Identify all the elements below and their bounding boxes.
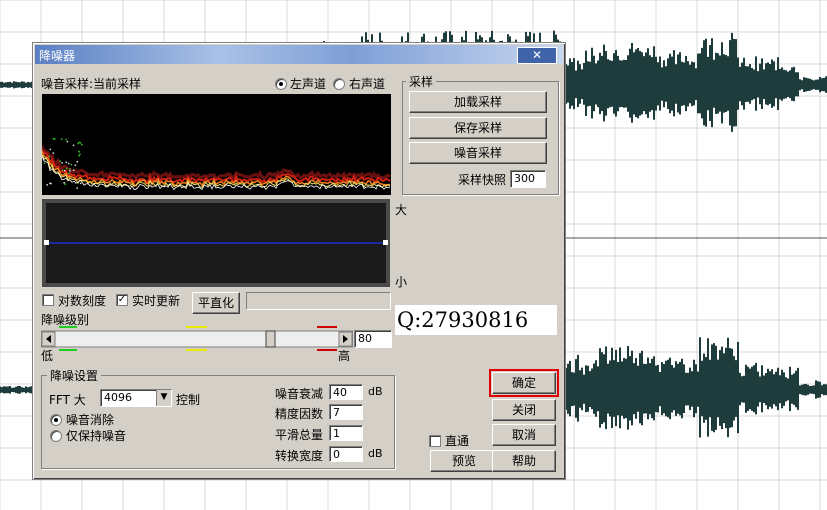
- noise-spectrum-graph: [42, 94, 391, 195]
- smoothing-label: 平滑总量: [275, 428, 324, 442]
- transition-unit: dB: [368, 447, 383, 460]
- left-channel-radio[interactable]: [275, 78, 287, 90]
- spectrum-point: [49, 148, 52, 151]
- curve-handle-right[interactable]: [383, 240, 388, 245]
- realtime-update-label: 实时更新: [132, 294, 181, 308]
- graph-label-big: 大: [395, 203, 408, 217]
- mode-keep-radio[interactable]: [50, 430, 62, 442]
- reduction-level-input[interactable]: 80: [354, 330, 392, 348]
- spectrum-point: [72, 144, 75, 147]
- spectrum-point: [72, 169, 75, 171]
- save-sample-button[interactable]: 保存采样: [409, 117, 547, 139]
- reduction-level-high-label: 高: [338, 349, 351, 363]
- right-channel-label: 右声道: [349, 77, 386, 91]
- spectrum-point: [59, 160, 61, 162]
- spectrum-point: [76, 161, 78, 163]
- noise-sample-label: 噪音采样:当前采样: [41, 77, 142, 91]
- cancel-button[interactable]: 取消: [492, 424, 556, 446]
- spectrum-point: [62, 169, 64, 171]
- flatten-button[interactable]: 平直化: [192, 292, 240, 314]
- load-sample-button[interactable]: 加载采样: [409, 91, 547, 113]
- chevron-down-icon[interactable]: ▼: [156, 390, 171, 406]
- spectrum-point: [76, 187, 78, 189]
- watermark-text: Q:27930816: [395, 305, 557, 335]
- spectrum-point: [65, 161, 67, 164]
- spectrum-point: [42, 157, 45, 160]
- spectrum-point: [50, 182, 52, 185]
- spectrum-point: [81, 143, 83, 146]
- spectrum-point: [69, 170, 71, 172]
- spectrum-point: [65, 167, 68, 170]
- snapshot-input[interactable]: 300: [510, 170, 546, 188]
- mode-remove-label: 噪音消除: [66, 413, 115, 427]
- fft-size-select[interactable]: 4096 ▼: [100, 389, 172, 407]
- spectrum-point: [77, 142, 79, 145]
- fft-size-label: FFT 大: [49, 393, 86, 407]
- spectrum-point: [65, 138, 67, 141]
- spectrum-point: [54, 138, 56, 140]
- precision-label: 精度因数: [275, 407, 324, 421]
- spectrum-point: [68, 172, 70, 175]
- spectrum-point: [67, 162, 70, 165]
- reduction-curve-graph[interactable]: [42, 199, 390, 287]
- dialog-title: 降噪器: [39, 49, 76, 63]
- graph-label-small: 小: [395, 275, 408, 289]
- transition-input[interactable]: 0: [329, 446, 363, 462]
- transition-label: 转换宽度: [275, 449, 324, 463]
- attenuation-label: 噪音衰减: [275, 387, 324, 401]
- reduction-level-low-label: 低: [41, 349, 54, 363]
- spectrum-point: [48, 155, 51, 158]
- mode-remove-radio[interactable]: [50, 414, 62, 426]
- control-label: 控制: [176, 393, 201, 407]
- spectrum-point: [63, 182, 65, 184]
- spectrum-point: [70, 163, 73, 166]
- curve-handle-left[interactable]: [44, 240, 49, 245]
- precision-input[interactable]: 7: [329, 404, 363, 420]
- spectrum-point: [79, 153, 81, 156]
- slider-thumb[interactable]: [265, 330, 276, 348]
- spectrum-point: [52, 137, 55, 140]
- spectrum-point: [64, 183, 66, 185]
- attenuation-unit: dB: [368, 385, 383, 398]
- left-channel-label: 左声道: [290, 77, 327, 91]
- ok-button[interactable]: 确定: [492, 372, 556, 394]
- reduction-level-slider[interactable]: [41, 323, 353, 353]
- noise-sample-button[interactable]: 噪音采样: [409, 142, 547, 164]
- passthrough-label: 直通: [445, 434, 470, 448]
- passthrough-checkbox[interactable]: [429, 435, 441, 447]
- spectrum-point: [60, 138, 63, 140]
- spectrum-point: [79, 182, 82, 185]
- sampling-group-label: 采样: [406, 73, 437, 90]
- smoothing-input[interactable]: 1: [329, 425, 363, 441]
- spectrum-point: [69, 168, 71, 170]
- status-field: [246, 292, 391, 310]
- spectrum-point: [46, 184, 48, 186]
- spectrum-point: [66, 140, 69, 143]
- spectrum-point: [74, 164, 77, 166]
- log-scale-checkbox[interactable]: [42, 294, 54, 306]
- spectrum-point: [64, 169, 66, 172]
- right-channel-radio[interactable]: [333, 78, 345, 90]
- spectrum-point: [43, 162, 46, 164]
- spectrum-point: [52, 152, 55, 154]
- help-button[interactable]: 帮助: [492, 450, 556, 472]
- log-scale-label: 对数刻度: [58, 294, 107, 308]
- close-icon[interactable]: ✕: [517, 47, 557, 64]
- dialog-titlebar[interactable]: 降噪器 ✕: [35, 45, 563, 64]
- mode-keep-label: 仅保持噪音: [66, 429, 127, 443]
- close-button[interactable]: 关闭: [492, 399, 556, 421]
- spectrum-point: [79, 142, 82, 144]
- realtime-update-checkbox[interactable]: ✓: [116, 294, 128, 306]
- noise-reduction-dialog: 降噪器 ✕ 噪音采样:当前采样 左声道 右声道 大 小 采样 加载采样 保存采样…: [33, 43, 565, 479]
- fft-size-value: 4096: [104, 391, 132, 404]
- reduction-settings-label: 降噪设置: [47, 367, 102, 384]
- spectrum-point: [78, 154, 80, 157]
- preview-button[interactable]: 预览: [430, 450, 498, 472]
- snapshot-label: 采样快照: [458, 173, 507, 187]
- attenuation-input[interactable]: 40: [329, 384, 363, 400]
- spectrum-point: [78, 151, 80, 153]
- spectrum-point: [61, 162, 63, 164]
